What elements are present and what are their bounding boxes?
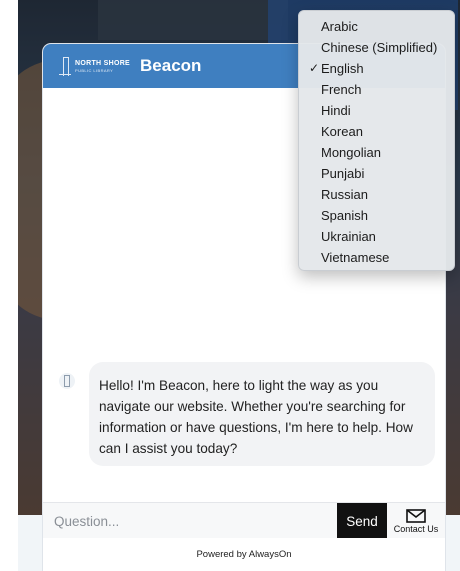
language-option-spanish[interactable]: Spanish <box>299 205 454 226</box>
powered-by: Powered by AlwaysOn <box>43 538 445 571</box>
language-option-label: Hindi <box>321 103 351 118</box>
logo-sub-text: PUBLIC LIBRARY <box>75 67 114 73</box>
chat-title: Beacon <box>140 56 202 75</box>
language-option-korean[interactable]: Korean <box>299 121 454 142</box>
language-option-label: Arabic <box>321 19 358 34</box>
language-option-ukrainian[interactable]: Ukrainian <box>299 226 454 247</box>
bot-message: Hello! I'm Beacon, here to light the way… <box>89 362 435 466</box>
logo-main-text: NORTH SHORE <box>75 59 131 67</box>
background-shape <box>98 0 288 40</box>
language-option-chinese-simplified[interactable]: Chinese (Simplified) <box>299 37 454 58</box>
language-option-label: Ukrainian <box>321 229 376 244</box>
language-option-french[interactable]: French <box>299 79 454 100</box>
language-option-label: Spanish <box>321 208 368 223</box>
language-option-punjabi[interactable]: Punjabi <box>299 163 454 184</box>
envelope-icon <box>406 508 426 523</box>
language-menu: Arabic Chinese (Simplified) ✓ English French… <box>298 10 455 271</box>
language-option-english[interactable]: ✓ English <box>299 58 454 79</box>
language-option-label: Russian <box>321 187 368 202</box>
contact-us-button[interactable]: Contact Us <box>387 503 445 539</box>
language-option-label: Chinese (Simplified) <box>321 40 438 55</box>
chat-input-row: Send Contact Us <box>43 502 445 539</box>
contact-us-label: Contact Us <box>393 523 439 534</box>
language-option-vietnamese[interactable]: Vietnamese <box>299 247 454 268</box>
language-option-label: English <box>321 61 364 76</box>
library-logo: NORTH SHORE PUBLIC LIBRARY <box>59 55 130 77</box>
language-option-label: French <box>321 82 362 97</box>
lighthouse-icon <box>59 55 71 77</box>
checkmark-icon: ✓ <box>309 61 320 75</box>
language-option-label: Mongolian <box>321 145 381 160</box>
language-option-label: Korean <box>321 124 363 139</box>
language-option-label: Punjabi <box>321 166 365 181</box>
bot-avatar-icon <box>59 373 75 389</box>
language-option-label: Vietnamese <box>321 250 390 265</box>
language-option-russian[interactable]: Russian <box>299 184 454 205</box>
language-option-arabic[interactable]: Arabic <box>299 16 454 37</box>
send-button[interactable]: Send <box>337 503 387 539</box>
language-option-hindi[interactable]: Hindi <box>299 100 454 121</box>
question-input[interactable] <box>43 503 337 539</box>
language-option-mongolian[interactable]: Mongolian <box>299 142 454 163</box>
